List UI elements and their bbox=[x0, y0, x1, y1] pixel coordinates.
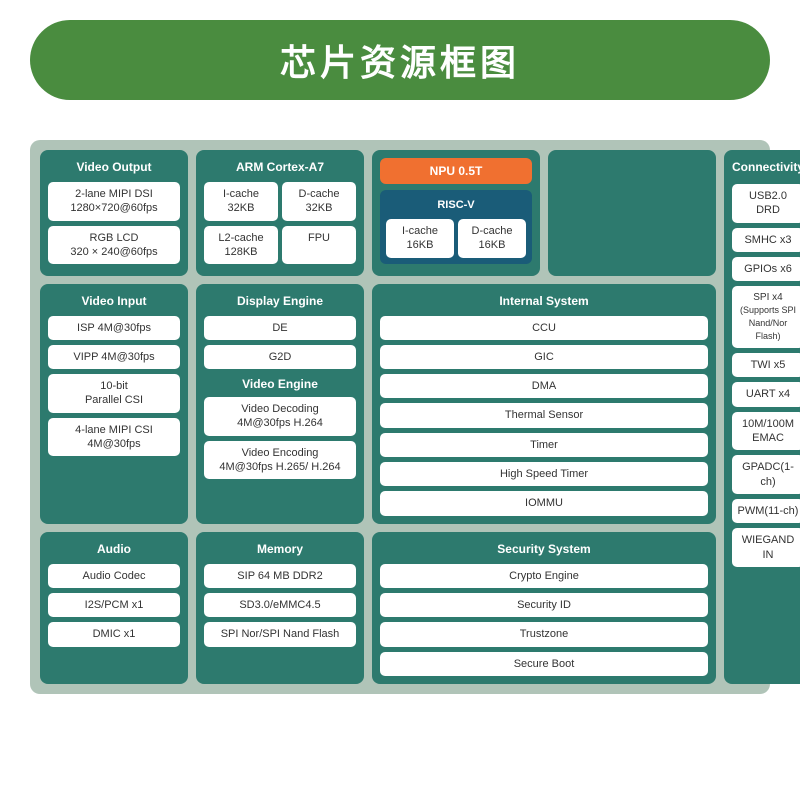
vi-vipp: VIPP 4M@30fps bbox=[48, 345, 180, 369]
connectivity-title: Connectivity bbox=[732, 158, 800, 176]
is-ccu: CCU bbox=[380, 316, 708, 340]
security-system-title: Security System bbox=[380, 540, 708, 558]
vi-isp: ISP 4M@30fps bbox=[48, 316, 180, 340]
riscv-icache: I-cache16KB bbox=[386, 219, 454, 258]
mem-ddr2: SIP 64 MB DDR2 bbox=[204, 564, 356, 588]
video-output-item-0: 2-lane MIPI DSI1280×720@60fps bbox=[48, 182, 180, 221]
arm-l2cache: L2-cache128KB bbox=[204, 226, 278, 265]
npu-box: NPU 0.5T bbox=[380, 158, 532, 184]
security-system-section: Security System Crypto Engine Security I… bbox=[372, 532, 716, 684]
npu-title: NPU 0.5T bbox=[388, 164, 524, 178]
vi-parallel: 10-bitParallel CSI bbox=[48, 374, 180, 413]
sec-trustzone: Trustzone bbox=[380, 622, 708, 646]
riscv-header: RISC-V bbox=[386, 196, 526, 214]
internal-system-section: Internal System CCU GIC DMA Thermal Sens… bbox=[372, 284, 716, 524]
de-box: DE bbox=[204, 316, 356, 340]
riscv-cache-row: I-cache16KB D-cache16KB bbox=[386, 219, 526, 258]
riscv-dcache: D-cache16KB bbox=[458, 219, 526, 258]
conn-wiegand: WIEGAND IN bbox=[732, 528, 800, 567]
video-engine-title: Video Engine bbox=[204, 375, 356, 393]
audio-title: Audio bbox=[48, 540, 180, 558]
ve-decode: Video Decoding4M@30fps H.264 bbox=[204, 397, 356, 436]
conn-smhc: SMHC x3 bbox=[732, 228, 800, 252]
conn-usb: USB2.0 DRD bbox=[732, 184, 800, 223]
sec-boot: Secure Boot bbox=[380, 652, 708, 676]
video-input-section: Video Input ISP 4M@30fps VIPP 4M@30fps 1… bbox=[40, 284, 188, 524]
audio-section: Audio Audio Codec I2S/PCM x1 DMIC x1 bbox=[40, 532, 188, 684]
conn-twi: TWI x5 bbox=[732, 353, 800, 377]
connectivity-section: Connectivity USB2.0 DRD SMHC x3 GPIOs x6… bbox=[724, 150, 800, 684]
arm-cache-row1: I-cache32KB D-cache32KB bbox=[204, 182, 356, 221]
vi-mipi: 4-lane MIPI CSI4M@30fps bbox=[48, 418, 180, 457]
audio-codec: Audio Codec bbox=[48, 564, 180, 588]
is-thermal: Thermal Sensor bbox=[380, 403, 708, 427]
arm-cache-row2: L2-cache128KB FPU bbox=[204, 226, 356, 265]
mem-flash: SPI Nor/SPI Nand Flash bbox=[204, 622, 356, 646]
video-output-item-1: RGB LCD320 × 240@60fps bbox=[48, 226, 180, 265]
memory-title: Memory bbox=[204, 540, 356, 558]
video-engine-sub: Video Engine Video Decoding4M@30fps H.26… bbox=[204, 375, 356, 479]
conn-gpios: GPIOs x6 bbox=[732, 257, 800, 281]
conn-pwm: PWM(11-ch) bbox=[732, 499, 800, 523]
is-gic: GIC bbox=[380, 345, 708, 369]
video-output-section: Video Output 2-lane MIPI DSI1280×720@60f… bbox=[40, 150, 188, 276]
sec-crypto: Crypto Engine bbox=[380, 564, 708, 588]
page-title: 芯片资源框图 bbox=[70, 34, 730, 86]
sec-id: Security ID bbox=[380, 593, 708, 617]
memory-section: Memory SIP 64 MB DDR2 SD3.0/eMMC4.5 SPI … bbox=[196, 532, 364, 684]
arm-icache: I-cache32KB bbox=[204, 182, 278, 221]
display-engine-title: Display Engine bbox=[204, 292, 356, 310]
conn-uart: UART x4 bbox=[732, 382, 800, 406]
npu-section: NPU 0.5T RISC-V I-cache16KB D-cache16KB bbox=[372, 150, 540, 276]
arm-dcache: D-cache32KB bbox=[282, 182, 356, 221]
conn-emac: 10M/100M EMAC bbox=[732, 412, 800, 451]
ve-encode: Video Encoding4M@30fps H.265/ H.264 bbox=[204, 441, 356, 480]
arm-cortex-section: ARM Cortex-A7 I-cache32KB D-cache32KB L2… bbox=[196, 150, 364, 276]
arm-fpu: FPU bbox=[282, 226, 356, 265]
riscv-container: RISC-V I-cache16KB D-cache16KB bbox=[380, 190, 532, 264]
is-timer: Timer bbox=[380, 433, 708, 457]
video-output-title: Video Output bbox=[48, 158, 180, 176]
g2d-box: G2D bbox=[204, 345, 356, 369]
is-dma: DMA bbox=[380, 374, 708, 398]
page-wrapper: 芯片资源框图 Video Output 2-lane MIPI DSI1280×… bbox=[10, 0, 790, 714]
video-input-title: Video Input bbox=[48, 292, 180, 310]
conn-spi: SPI x4(Supports SPI Nand/Nor Flash) bbox=[732, 286, 800, 348]
mem-sd: SD3.0/eMMC4.5 bbox=[204, 593, 356, 617]
audio-i2s: I2S/PCM x1 bbox=[48, 593, 180, 617]
display-engine-section: Display Engine DE G2D Video Engine Video… bbox=[196, 284, 364, 524]
arm-cortex-title: ARM Cortex-A7 bbox=[204, 158, 356, 176]
conn-gpadc: GPADC(1-ch) bbox=[732, 455, 800, 494]
main-grid-wrapper: Video Output 2-lane MIPI DSI1280×720@60f… bbox=[30, 140, 770, 694]
is-iommu: IOMMU bbox=[380, 491, 708, 515]
is-hstimer: High Speed Timer bbox=[380, 462, 708, 486]
title-banner: 芯片资源框图 bbox=[30, 20, 770, 100]
audio-dmic: DMIC x1 bbox=[48, 622, 180, 646]
col4-row1 bbox=[548, 150, 716, 276]
internal-system-title: Internal System bbox=[380, 292, 708, 310]
